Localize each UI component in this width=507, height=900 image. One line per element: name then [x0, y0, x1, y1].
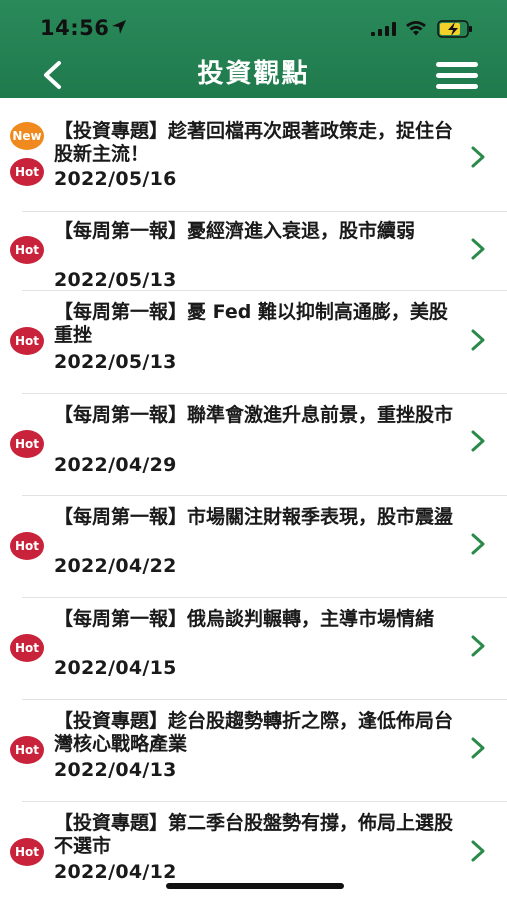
article-date: 2022/04/12 — [54, 861, 177, 883]
article-row[interactable]: Hot 【每周第一報】俄烏談判輾轉，主導市場情緒 2022/04/15 — [0, 598, 507, 700]
menu-line-icon — [436, 84, 478, 89]
chevron-right-icon — [471, 840, 485, 862]
article-title: 【每周第一報】聯準會激進升息前景，重挫股市 — [54, 404, 454, 426]
article-date: 2022/04/29 — [54, 454, 177, 476]
article-row[interactable]: Hot 【投資專題】趁台股趨勢轉折之際，逢低佈局台灣核心戰略產業 2022/04… — [0, 700, 507, 802]
menu-line-icon — [436, 62, 478, 67]
article-row[interactable]: Hot 【每周第一報】市場關注財報季表現，股市震盪 2022/04/22 — [0, 496, 507, 598]
article-row[interactable]: Hot 【每周第一報】憂 Fed 難以抑制高通膨，美股重挫 2022/05/13 — [0, 291, 507, 394]
article-row[interactable]: Hot 【每周第一報】憂經濟進入衰退，股市續弱 2022/05/13 — [0, 212, 507, 291]
hot-badge: Hot — [10, 430, 44, 458]
article-date: 2022/05/13 — [54, 351, 177, 373]
chevron-right-icon — [471, 329, 485, 351]
chevron-right-icon — [471, 737, 485, 759]
article-row[interactable]: New Hot 【投資專題】趁著回檔再次跟著政策走，捉住台股新主流！ 2022/… — [0, 108, 507, 212]
article-title: 【每周第一報】俄烏談判輾轉，主導市場情緒 — [54, 608, 435, 630]
hot-badge: Hot — [10, 634, 44, 662]
page-title: 投資觀點 — [197, 59, 310, 89]
article-row[interactable]: Hot 【每周第一報】聯準會激進升息前景，重挫股市 2022/04/29 — [0, 394, 507, 496]
location-arrow-icon — [112, 20, 126, 34]
article-date: 2022/04/15 — [54, 657, 177, 679]
new-badge: New — [10, 122, 44, 150]
hot-badge: Hot — [10, 736, 44, 764]
chevron-right-icon — [471, 146, 485, 168]
article-title: 【投資專題】趁台股趨勢轉折之際，逢低佈局台灣核心戰略產業 — [54, 710, 454, 755]
status-time: 14:56 — [40, 16, 110, 40]
article-title: 【投資專題】第二季台股盤勢有撐，佈局上選股不選市 — [54, 812, 454, 857]
hot-badge: Hot — [10, 158, 44, 186]
chevron-left-icon — [44, 61, 61, 89]
wifi-icon — [406, 21, 426, 36]
article-date: 2022/04/22 — [54, 555, 177, 577]
status-bar: 14:56 — [0, 0, 507, 52]
article-date: 2022/05/16 — [54, 168, 177, 190]
battery-charging-icon — [437, 20, 472, 38]
hot-badge: Hot — [10, 838, 44, 866]
article-title: 【每周第一報】憂 Fed 難以抑制高通膨，美股重挫 — [54, 301, 448, 346]
article-row[interactable]: Hot 【投資專題】第二季台股盤勢有撐，佈局上選股不選市 2022/04/12 — [0, 802, 507, 892]
article-date: 2022/05/13 — [54, 269, 177, 291]
hamburger-menu-button[interactable] — [432, 58, 484, 94]
chevron-right-icon — [471, 430, 485, 452]
chevron-right-icon — [471, 635, 485, 657]
article-title: 【投資專題】趁著回檔再次跟著政策走，捉住台股新主流！ — [54, 120, 454, 165]
menu-line-icon — [436, 73, 478, 78]
article-title: 【每周第一報】憂經濟進入衰退，股市續弱 — [54, 220, 416, 242]
chevron-right-icon — [471, 533, 485, 555]
back-button[interactable] — [32, 56, 72, 94]
article-title: 【每周第一報】市場關注財報季表現，股市震盪 — [54, 506, 454, 528]
app-header: 14:56 投資觀點 — [0, 0, 507, 98]
article-date: 2022/04/13 — [54, 759, 177, 781]
chevron-right-icon — [471, 238, 485, 260]
cellular-signal-icon — [371, 22, 396, 36]
hot-badge: Hot — [10, 532, 44, 560]
hot-badge: Hot — [10, 327, 44, 355]
hot-badge: Hot — [10, 236, 44, 264]
home-indicator — [166, 883, 344, 889]
